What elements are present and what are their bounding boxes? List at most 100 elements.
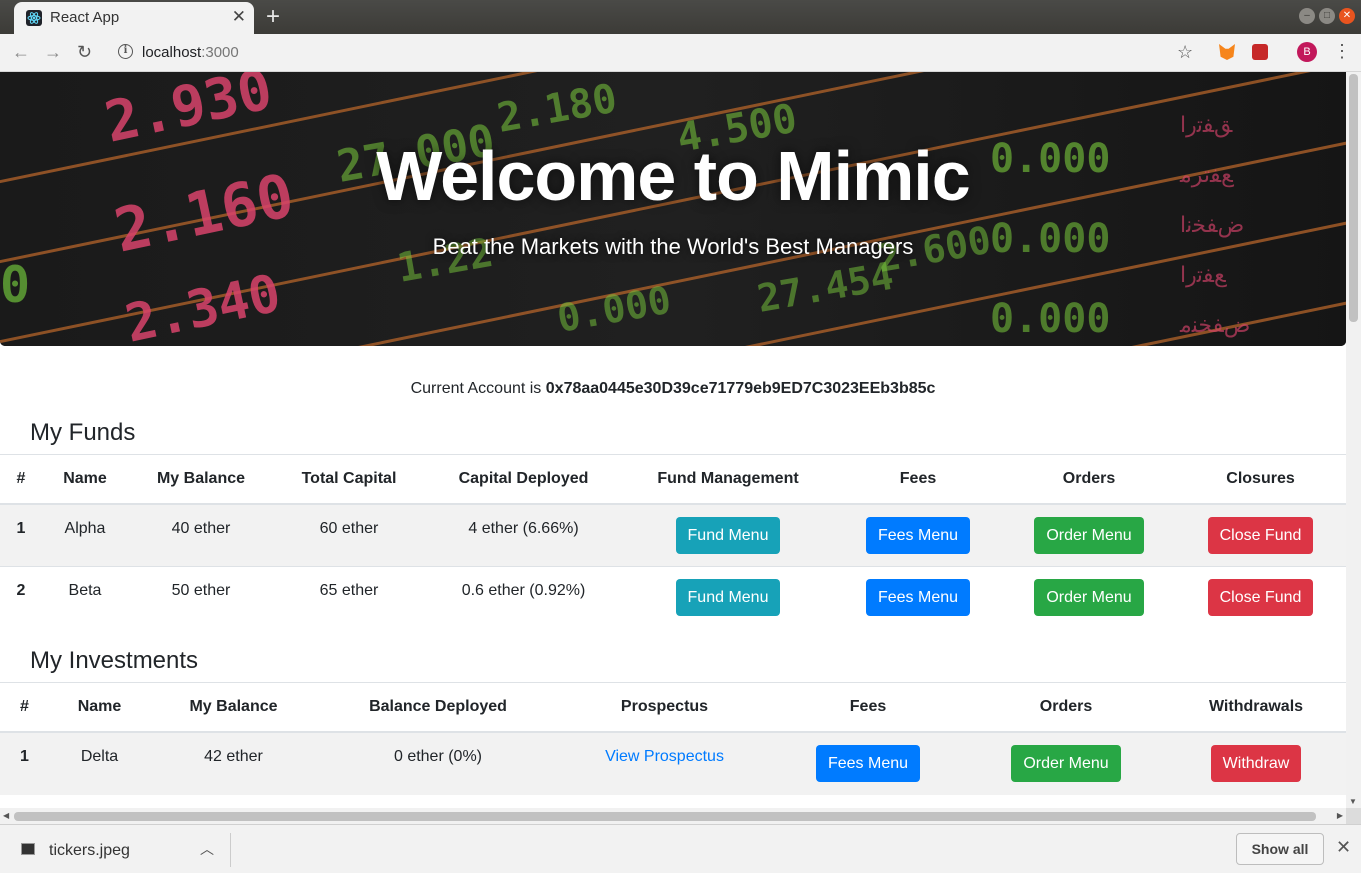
fund-name: Beta [42,566,128,630]
funds-table: # Name My Balance Total Capital Capital … [0,454,1346,630]
table-row: 2 Beta 50 ether 65 ether 0.6 ether (0.92… [0,566,1346,630]
address-bar[interactable]: localhost:3000 [142,44,239,61]
fund-balance: 40 ether [128,503,274,567]
funds-col-deployed: Capital Deployed [424,454,623,505]
scroll-down-arrow-icon[interactable]: ▼ [1349,797,1357,806]
svg-text:0: 0 [0,256,30,314]
investments-table: # Name My Balance Balance Deployed Prosp… [0,682,1346,795]
fund-menu-button[interactable]: Fund Menu [675,579,781,616]
investment-num: 1 [0,731,49,795]
image-file-icon [21,843,35,855]
show-all-button[interactable]: Show all [1236,833,1324,865]
investment-name: Delta [49,731,150,795]
page-viewport: 2.930 2.160 2.340 0 27.000 2.180 4.500 1… [0,72,1346,808]
bookmark-star-icon[interactable]: ☆ [1177,42,1193,63]
inv-col-name: Name [49,682,150,733]
funds-col-num: # [0,454,42,505]
fund-total-capital: 65 ether [274,566,424,630]
maximize-icon[interactable]: □ [1319,8,1335,24]
table-row: 1 Delta 42 ether 0 ether (0%) View Prosp… [0,731,1346,795]
scroll-left-arrow-icon[interactable]: ◀ [3,811,9,820]
minimize-icon[interactable]: – [1299,8,1315,24]
investment-balance: 42 ether [150,731,317,795]
order-menu-button[interactable]: Order Menu [1034,516,1144,554]
close-window-icon[interactable]: ✕ [1339,8,1355,24]
table-row: 1 Alpha 40 ether 60 ether 4 ether (6.66%… [0,503,1346,567]
fund-num: 2 [0,566,42,630]
withdraw-button[interactable]: Withdraw [1210,744,1302,782]
fees-menu-button[interactable]: Fees Menu [865,516,971,554]
close-icon[interactable]: ✕ [1336,837,1351,858]
chevron-up-icon[interactable]: ︿ [200,839,214,859]
funds-col-orders: Orders [1003,454,1175,505]
extension-icon[interactable] [1252,44,1268,60]
inv-col-prospectus: Prospectus [559,682,770,733]
divider [230,833,231,867]
vertical-scrollbar[interactable]: ▼ [1346,72,1361,808]
horizontal-scrollbar[interactable]: ◀ ▶ [0,808,1346,824]
funds-col-fees: Fees [833,454,1003,505]
order-menu-button[interactable]: Order Menu [1011,744,1121,782]
inv-col-num: # [0,682,49,733]
scroll-right-arrow-icon[interactable]: ▶ [1337,811,1343,820]
view-prospectus-link[interactable]: View Prospectus [605,748,724,765]
inv-col-fees: Fees [770,682,966,733]
download-bar: tickers.jpeg ︿ Show all ✕ [0,824,1361,873]
fund-capital-deployed: 0.6 ether (0.92%) [424,566,623,630]
react-favicon-icon [26,10,42,26]
browser-toolbar: ← → ↻ i localhost:3000 ☆ B ⋮ [0,34,1361,72]
fund-num: 1 [0,503,42,567]
my-investments-title: My Investments [30,647,199,674]
vertical-scroll-thumb[interactable] [1349,74,1358,322]
fund-total-capital: 60 ether [274,503,424,567]
funds-col-balance: My Balance [128,454,274,505]
fees-menu-button[interactable]: Fees Menu [865,579,971,616]
fund-balance: 50 ether [128,566,274,630]
my-funds-title: My Funds [30,419,136,446]
funds-col-total: Total Capital [274,454,424,505]
horizontal-scroll-thumb[interactable] [14,812,1316,821]
funds-col-name: Name [42,454,128,505]
back-arrow-icon[interactable]: ← [12,42,30,63]
close-fund-button[interactable]: Close Fund [1207,579,1314,616]
tab-title: React App [50,9,120,26]
download-file-name[interactable]: tickers.jpeg [49,842,130,860]
svg-text:0.000: 0.000 [990,296,1110,342]
order-menu-button[interactable]: Order Menu [1034,579,1144,616]
svg-text:ﻖﻔﺗﺭﺍ: ﻖﻔﺗﺭﺍ [1180,113,1233,138]
reload-icon[interactable]: ↻ [77,42,92,63]
profile-avatar[interactable]: B [1297,42,1317,62]
hero-banner: 2.930 2.160 2.340 0 27.000 2.180 4.500 1… [0,72,1346,346]
investment-balance-deployed: 0 ether (0%) [317,731,559,795]
hero-subtitle: Beat the Markets with the World's Best M… [432,234,914,259]
fees-menu-button[interactable]: Fees Menu [815,744,921,782]
browser-menu-icon[interactable]: ⋮ [1333,41,1351,62]
inv-col-deployed: Balance Deployed [317,682,559,733]
account-address: 0x78aa0445e30D39ce71779eb9ED7C3023EEb3b8… [545,380,936,397]
fund-name: Alpha [42,503,128,567]
site-info-icon[interactable]: i [118,44,133,59]
close-fund-button[interactable]: Close Fund [1207,516,1314,554]
window-controls: – □ ✕ [1299,8,1355,24]
url-port: :3000 [201,44,239,61]
funds-col-closures: Closures [1175,454,1346,505]
metamask-extension-icon[interactable] [1219,44,1235,60]
fund-capital-deployed: 4 ether (6.66%) [424,503,623,567]
forward-arrow-icon[interactable]: → [44,42,62,63]
svg-text:ﻊﻔﺗﺭﺍ: ﻊﻔﺗﺭﺍ [1180,263,1227,288]
funds-col-management: Fund Management [623,454,833,505]
browser-tab-bar: React App ✕ + – □ ✕ [0,0,1361,34]
svg-text:ﺽﻔﺨﻨﻣ: ﺽﻔﺨﻨﻣ [1179,313,1250,338]
inv-col-orders: Orders [966,682,1166,733]
url-host: localhost [142,44,202,61]
browser-tab[interactable]: React App ✕ [14,2,254,34]
new-tab-button[interactable]: + [266,3,280,31]
hero-title: Welcome to Mimic [376,137,970,215]
inv-col-balance: My Balance [150,682,317,733]
inv-col-withdrawals: Withdrawals [1166,682,1346,733]
account-prefix: Current Account is [410,380,542,397]
fund-menu-button[interactable]: Fund Menu [675,516,781,554]
tab-close-icon[interactable]: ✕ [232,7,246,27]
scrollbar-corner [1346,808,1361,824]
current-account: Current Account is 0x78aa0445e30D39ce717… [0,380,1346,398]
